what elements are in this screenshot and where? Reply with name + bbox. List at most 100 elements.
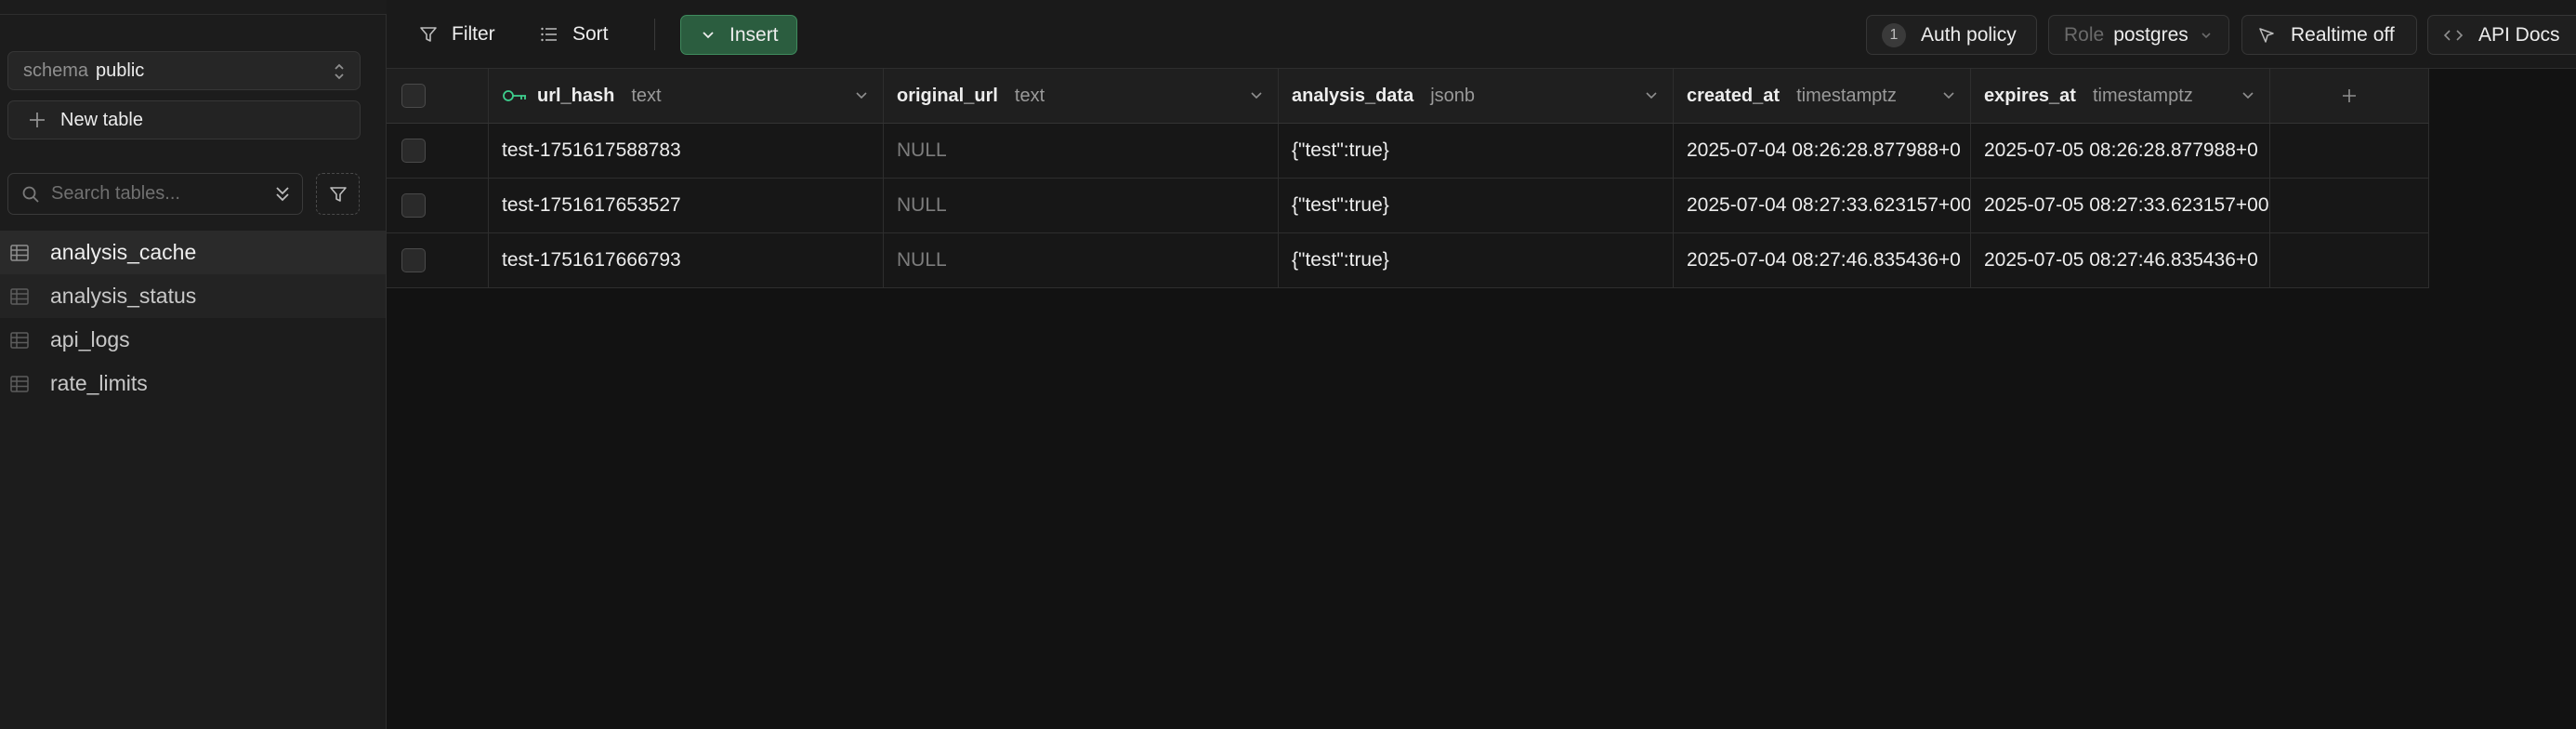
table-item-rate-limits[interactable]: rate_limits <box>0 362 386 405</box>
chevron-down-icon[interactable] <box>1248 87 1265 104</box>
row-checkbox[interactable] <box>401 139 426 163</box>
empty-cell <box>2270 124 2429 178</box>
api-docs-button[interactable]: API Docs <box>2427 15 2576 55</box>
cell-created-at[interactable]: 2025-07-04 08:27:46.835436+0 <box>1674 233 1971 287</box>
filter-icon <box>420 27 437 42</box>
key-icon <box>503 90 526 101</box>
search-icon <box>22 186 39 203</box>
policy-count-badge: 1 <box>1882 22 1906 47</box>
cell-original-url[interactable]: NULL <box>884 179 1279 232</box>
table-item-analysis-status[interactable]: analysis_status <box>0 274 386 318</box>
chevron-down-icon[interactable] <box>1643 87 1660 104</box>
column-name: expires_at <box>1984 85 2076 106</box>
auth-policy-label: Auth policy <box>1921 23 2017 46</box>
column-type: timestamptz <box>2092 85 2193 106</box>
column-type: text <box>1014 85 1045 106</box>
column-header-analysis-data[interactable]: analysis_data jsonb <box>1279 69 1674 123</box>
chevron-down-icon[interactable] <box>1940 87 1957 104</box>
table-item-label: api_logs <box>50 327 130 351</box>
table-row[interactable]: test-1751617666793 NULL {"test":true} 20… <box>387 233 2429 288</box>
cell-created-at[interactable]: 2025-07-04 08:26:28.877988+0 <box>1674 124 1971 178</box>
search-input[interactable] <box>51 183 256 205</box>
cell-expires-at[interactable]: 2025-07-05 08:26:28.877988+0 <box>1971 124 2270 178</box>
filter-label: Filter <box>452 23 495 45</box>
new-table-label: New table <box>60 109 143 130</box>
column-name: url_hash <box>537 85 615 106</box>
table-item-label: rate_limits <box>50 371 148 395</box>
toolbar-divider <box>654 19 655 50</box>
cell-analysis-data[interactable]: {"test":true} <box>1279 233 1674 287</box>
filter-button[interactable]: Filter <box>405 15 508 54</box>
sort-label: Sort <box>572 23 609 45</box>
list-icon <box>541 27 557 42</box>
table-item-label: analysis_status <box>50 284 197 308</box>
broadcast-icon <box>2259 27 2274 43</box>
cell-expires-at[interactable]: 2025-07-05 08:27:33.623157+00 <box>1971 179 2270 232</box>
sidebar-top-bar <box>0 0 387 15</box>
code-icon <box>2443 29 2464 41</box>
cell-expires-at[interactable]: 2025-07-05 08:27:46.835436+0 <box>1971 233 2270 287</box>
grid-toolbar: Filter Sort Insert 1 Auth policy Role po… <box>387 0 2576 69</box>
column-type: timestamptz <box>1796 85 1897 106</box>
row-select-cell <box>387 179 489 232</box>
cell-analysis-data[interactable]: {"test":true} <box>1279 179 1674 232</box>
table-row[interactable]: test-1751617653527 NULL {"test":true} 20… <box>387 179 2429 233</box>
column-name: created_at <box>1687 85 1781 106</box>
tables-list: analysis_cache analysis_status api_logs … <box>0 231 386 405</box>
add-column-button[interactable] <box>2270 69 2429 123</box>
table-row[interactable]: test-1751617588783 NULL {"test":true} 20… <box>387 124 2429 179</box>
column-header-expires-at[interactable]: expires_at timestamptz <box>1971 69 2270 123</box>
cell-created-at[interactable]: 2025-07-04 08:27:33.623157+00 <box>1674 179 1971 232</box>
column-type: text <box>631 85 662 106</box>
empty-cell <box>2270 233 2429 287</box>
api-docs-label: API Docs <box>2478 23 2560 46</box>
chevron-down-icon[interactable] <box>853 87 870 104</box>
column-type: jsonb <box>1430 85 1476 106</box>
cell-url-hash[interactable]: test-1751617666793 <box>489 233 884 287</box>
chevrons-up-down-icon <box>335 63 344 80</box>
sidebar: schema public New table Search tables...… <box>0 0 387 729</box>
column-name: analysis_data <box>1292 85 1414 106</box>
grid-header-row: url_hash text original_url text analysis… <box>387 69 2429 124</box>
select-all-checkbox[interactable] <box>401 84 426 108</box>
chevrons-down-icon[interactable] <box>272 183 293 205</box>
realtime-toggle-button[interactable]: Realtime off <box>2241 15 2417 55</box>
role-value: postgres <box>2113 23 2188 46</box>
insert-button[interactable]: Insert <box>680 15 797 55</box>
plus-icon <box>30 113 45 127</box>
table-icon <box>10 287 29 305</box>
sort-button[interactable]: Sort <box>526 15 622 54</box>
row-checkbox[interactable] <box>401 193 426 218</box>
role-selector[interactable]: Role postgres <box>2048 15 2229 55</box>
schema-selector[interactable]: schema public <box>7 51 361 90</box>
cell-original-url[interactable]: NULL <box>884 233 1279 287</box>
cell-url-hash[interactable]: test-1751617653527 <box>489 179 884 232</box>
role-label: Role <box>2064 23 2105 46</box>
insert-label: Insert <box>729 23 779 46</box>
cell-url-hash[interactable]: test-1751617588783 <box>489 124 884 178</box>
auth-policy-button[interactable]: 1 Auth policy <box>1866 15 2037 55</box>
column-header-url-hash[interactable]: url_hash text <box>489 69 884 123</box>
column-header-original-url[interactable]: original_url text <box>884 69 1279 123</box>
row-checkbox[interactable] <box>401 248 426 272</box>
chevron-down-icon[interactable] <box>2240 87 2256 104</box>
filter-icon <box>329 186 347 202</box>
cell-analysis-data[interactable]: {"test":true} <box>1279 124 1674 178</box>
empty-cell <box>2270 179 2429 232</box>
table-search[interactable] <box>7 173 303 215</box>
table-item-api-logs[interactable]: api_logs <box>0 318 386 362</box>
chevron-down-icon <box>703 31 714 38</box>
cell-original-url[interactable]: NULL <box>884 124 1279 178</box>
table-item-label: analysis_cache <box>50 240 197 264</box>
schema-label: schema <box>23 60 89 81</box>
column-header-created-at[interactable]: created_at timestamptz <box>1674 69 1971 123</box>
row-select-cell <box>387 233 489 287</box>
table-icon <box>10 331 29 349</box>
row-select-cell <box>387 124 489 178</box>
table-item-analysis-cache[interactable]: analysis_cache <box>0 231 386 274</box>
table-icon <box>10 375 29 392</box>
filter-schemas-button[interactable] <box>316 173 360 215</box>
select-all-cell <box>387 69 489 123</box>
new-table-button[interactable]: New table <box>7 100 361 139</box>
table-icon <box>10 244 29 261</box>
